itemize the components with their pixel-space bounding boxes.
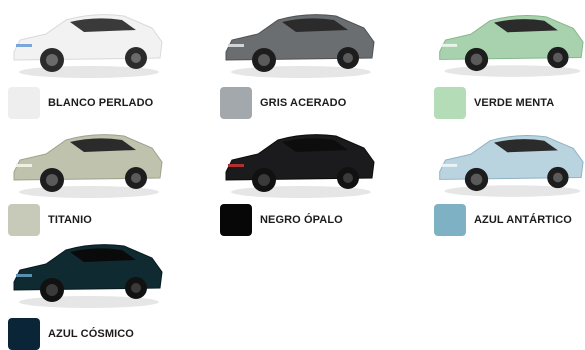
color-option-azul-cosmico[interactable]: AZUL CÓSMICO (4, 232, 194, 350)
car-image-titanio (13, 134, 163, 198)
color-option-verde-menta[interactable]: VERDE MENTA (430, 2, 585, 119)
car-image-azul-cosmico (13, 244, 163, 308)
color-label-azul-antartico: AZUL ANTÁRTICO (474, 214, 572, 226)
color-option-negro-opalo[interactable]: NEGRO ÓPALO (216, 122, 406, 237)
color-label-gris-acerado: GRIS ACERADO (260, 97, 347, 109)
color-label-azul-cosmico: AZUL CÓSMICO (48, 328, 134, 340)
car-image-blanco-perlado (13, 14, 163, 78)
car-image-azul-antartico (439, 135, 584, 197)
color-label-verde-menta: VERDE MENTA (474, 97, 555, 109)
color-option-blanco-perlado[interactable]: BLANCO PERLADO (4, 2, 194, 119)
swatch-blanco-perlado[interactable] (8, 87, 40, 119)
color-option-titanio[interactable]: TITANIO (4, 122, 194, 237)
swatch-verde-menta[interactable] (434, 87, 466, 119)
color-option-azul-antartico[interactable]: AZUL ANTÁRTICO (430, 122, 585, 237)
car-image-negro-opalo (225, 134, 375, 198)
color-options-grid: BLANCO PERLADO GRIS ACERADO VERDE MENTA (0, 0, 585, 350)
car-image-verde-menta (439, 15, 584, 77)
swatch-azul-antartico[interactable] (434, 204, 466, 236)
swatch-negro-opalo[interactable] (220, 204, 252, 236)
color-option-gris-acerado[interactable]: GRIS ACERADO (216, 2, 406, 119)
swatch-gris-acerado[interactable] (220, 87, 252, 119)
swatch-azul-cosmico[interactable] (8, 318, 40, 350)
color-label-negro-opalo: NEGRO ÓPALO (260, 214, 343, 226)
color-label-titanio: TITANIO (48, 214, 92, 226)
car-image-gris-acerado (225, 14, 375, 78)
color-label-blanco-perlado: BLANCO PERLADO (48, 97, 154, 109)
